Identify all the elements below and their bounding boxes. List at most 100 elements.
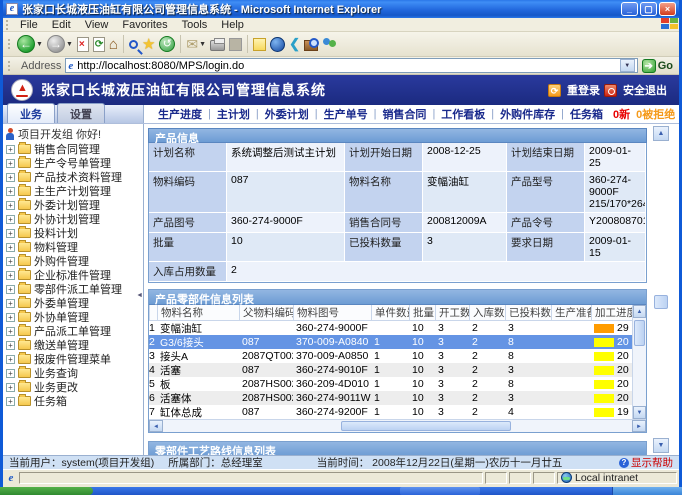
tree-expand-icon[interactable]: +	[6, 187, 15, 196]
tree-expand-icon[interactable]: +	[6, 215, 15, 224]
forward-dropdown-icon[interactable]: ▼	[66, 41, 73, 48]
scrollbar-thumb[interactable]	[654, 295, 668, 309]
tree-expand-icon[interactable]: +	[6, 271, 15, 280]
forward-button[interactable]: →▼	[47, 35, 73, 53]
taskbar-window-button[interactable]	[400, 487, 480, 495]
tree-expand-icon[interactable]: +	[6, 327, 15, 336]
tree-expand-icon[interactable]: +	[6, 369, 15, 378]
scrollbar-thumb[interactable]	[634, 320, 645, 346]
scroll-up-icon[interactable]: ▲	[653, 126, 669, 141]
sidebar-item-18[interactable]: +业务更改	[3, 380, 143, 394]
favorites-button[interactable]: ★	[142, 37, 155, 52]
scroll-right-icon[interactable]: ►	[632, 420, 646, 432]
tab-settings[interactable]: 设置	[57, 103, 105, 123]
sidebar-item-1[interactable]: +销售合同管理	[3, 142, 143, 156]
sidebar-item-9[interactable]: +外购件管理	[3, 254, 143, 268]
tree-expand-icon[interactable]: +	[6, 145, 15, 154]
tab-business[interactable]: 业务	[7, 103, 55, 123]
tree-expand-icon[interactable]: +	[6, 383, 15, 392]
stop-button[interactable]: ×	[77, 37, 89, 52]
nav-link-6[interactable]: 工作看板	[441, 106, 485, 122]
sidebar-item-2[interactable]: +生产令号单管理	[3, 156, 143, 170]
close-button[interactable]: ×	[659, 2, 676, 16]
table-row[interactable]: 3接头A2087QT002370-009-A085011032820 %	[149, 349, 632, 363]
mail-dropdown-icon[interactable]: ▼	[199, 41, 206, 48]
sidebar-item-15[interactable]: +缴送单管理	[3, 338, 143, 352]
tree-expand-icon[interactable]: +	[6, 285, 15, 294]
table-row[interactable]: 4活塞087360-274-9010F11032320 %	[149, 363, 632, 377]
show-help-link[interactable]: ? 显示帮助	[619, 455, 673, 470]
menu-edit[interactable]: Edit	[45, 19, 78, 31]
address-dropdown-icon[interactable]: ▼	[620, 59, 635, 72]
nav-link-1[interactable]: 生产进度	[158, 106, 202, 122]
scroll-down-icon[interactable]: ▼	[633, 406, 646, 419]
badge-new-tasks[interactable]: 0新	[613, 106, 630, 122]
table-row[interactable]: 7缸体总成087360-274-9200F11032419 %	[149, 405, 632, 419]
sidebar-item-12[interactable]: +外委单管理	[3, 296, 143, 310]
toolbar-grip[interactable]	[8, 61, 12, 71]
menu-help[interactable]: Help	[214, 19, 251, 31]
table-row[interactable]: 1变幅油缸360-274-9000F1032329 %	[149, 321, 632, 335]
print-button[interactable]	[210, 37, 225, 51]
refresh-button[interactable]: ⟳	[93, 37, 105, 52]
history-button[interactable]: ↺	[159, 36, 175, 52]
tree-expand-icon[interactable]: +	[6, 397, 15, 406]
sidebar-item-5[interactable]: +外委计划管理	[3, 198, 143, 212]
sidebar-item-7[interactable]: +投料计划	[3, 226, 143, 240]
badge-rejected-tasks[interactable]: 0被拒绝	[636, 106, 675, 122]
sidebar-item-17[interactable]: +业务查询	[3, 366, 143, 380]
nav-link-4[interactable]: 生产单号	[324, 106, 368, 122]
tree-expand-icon[interactable]: +	[6, 243, 15, 252]
search-button[interactable]	[129, 40, 138, 49]
back-button[interactable]: ←▼	[17, 35, 43, 53]
tree-expand-icon[interactable]: +	[6, 299, 15, 308]
page-vertical-scrollbar[interactable]: ▲ ▼	[653, 126, 669, 453]
sidebar-item-14[interactable]: +产品派工单管理	[3, 324, 143, 338]
research-button[interactable]	[304, 37, 318, 51]
sidebar-item-11[interactable]: +零部件派工单管理	[3, 282, 143, 296]
home-button[interactable]: ⌂	[109, 37, 118, 52]
go-button[interactable]: ➔ Go	[642, 59, 673, 73]
scroll-down-icon[interactable]: ▼	[653, 438, 669, 453]
sidebar-item-10[interactable]: +企业标准件管理	[3, 268, 143, 282]
toolbar-grip[interactable]	[6, 20, 10, 30]
logout-button[interactable]: 安全退出	[604, 82, 667, 98]
tree-expand-icon[interactable]: +	[6, 201, 15, 210]
nav-link-2[interactable]: 主计划	[217, 106, 250, 122]
scroll-left-icon[interactable]: ◄	[149, 420, 163, 432]
menu-view[interactable]: View	[78, 19, 116, 31]
sidebar-item-13[interactable]: +外协单管理	[3, 310, 143, 324]
scrollbar-thumb[interactable]	[341, 421, 511, 431]
tree-expand-icon[interactable]: +	[6, 159, 15, 168]
scroll-up-icon[interactable]: ▲	[633, 305, 646, 318]
nav-link-5[interactable]: 销售合同	[382, 106, 426, 122]
nav-link-3[interactable]: 外委计划	[265, 106, 309, 122]
tree-expand-icon[interactable]: +	[6, 341, 15, 350]
tree-expand-icon[interactable]: +	[6, 257, 15, 266]
sidebar-item-3[interactable]: +产品技术资料管理	[3, 170, 143, 184]
mail-button[interactable]: ✉▼	[186, 37, 206, 51]
sidebar-item-19[interactable]: +任务箱	[3, 394, 143, 408]
internet-button[interactable]	[270, 37, 285, 52]
menu-favorites[interactable]: Favorites	[115, 19, 174, 31]
table-row[interactable]: 2G3/6接头087370-009-A084011032820 %	[149, 335, 632, 349]
parts-horizontal-scrollbar[interactable]: ◄ ►	[149, 419, 646, 432]
discuss-button[interactable]	[253, 38, 266, 51]
relogin-button[interactable]: ⟳ 重登录	[548, 82, 600, 98]
splitter-collapse-icon[interactable]: ◄	[136, 292, 143, 299]
sidebar-item-4[interactable]: +主生产计划管理	[3, 184, 143, 198]
tree-expand-icon[interactable]: +	[6, 173, 15, 182]
messenger-button[interactable]	[322, 37, 338, 51]
table-row[interactable]: 5板2087HS002360-209-4D01011032820 %	[149, 377, 632, 391]
sidebar-item-8[interactable]: +物料管理	[3, 240, 143, 254]
nav-link-7[interactable]: 外购件库存	[500, 106, 555, 122]
address-input[interactable]: e http://localhost:8080/MPS/login.do ▼	[65, 58, 637, 73]
nav-link-8[interactable]: 任务箱	[570, 106, 603, 122]
quick-link-button[interactable]: ❮	[289, 36, 300, 52]
sidebar-item-6[interactable]: +外协计划管理	[3, 212, 143, 226]
menu-tools[interactable]: Tools	[175, 19, 215, 31]
parts-vertical-scrollbar[interactable]: ▲ ▼	[632, 305, 646, 419]
back-dropdown-icon[interactable]: ▼	[36, 41, 43, 48]
toolbar-grip[interactable]	[8, 39, 12, 49]
table-row[interactable]: 6活塞体2087HS002360-274-9011W11032320 %	[149, 391, 632, 405]
